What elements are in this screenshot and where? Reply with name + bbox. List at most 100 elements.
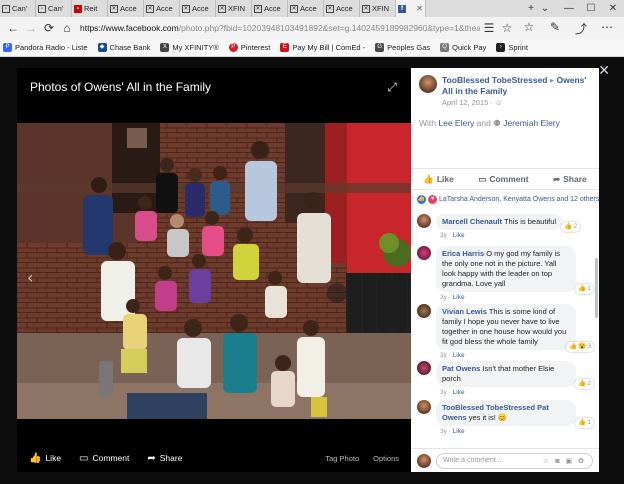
tab-close-icon[interactable]: ✕ — [416, 4, 423, 13]
hub-icon[interactable]: ☆ — [516, 20, 542, 37]
commenter-avatar[interactable] — [417, 304, 431, 318]
fullscreen-icon[interactable]: ⤢ — [387, 80, 397, 95]
bookmark-chase[interactable]: ◆ Chase Bank — [97, 43, 150, 52]
bookmark-peoples-gas[interactable]: G Peoples Gas — [375, 43, 430, 52]
commenter-name[interactable]: Vivian Lewis — [442, 307, 487, 316]
browser-tab[interactable]: ✕ XFIN — [216, 0, 252, 17]
author-name[interactable]: TooBlessed TobeStressed — [442, 75, 548, 85]
bookmark-comed[interactable]: E Pay My Bill | ComEd - — [280, 43, 365, 52]
browser-tab[interactable]: ▫ Can' — [0, 0, 36, 17]
window-close-icon[interactable]: ✕ — [602, 3, 624, 14]
comment-bubble: Pat Owens Isn't that mother Elsie porch … — [436, 361, 594, 389]
reading-view-icon[interactable]: ☰ — [480, 21, 498, 35]
photo-like-button[interactable]: 👍 Like — [29, 453, 61, 464]
minimize-icon[interactable]: — — [558, 3, 580, 14]
forward-icon[interactable]: → — [22, 21, 40, 35]
close-icon: ✕ — [182, 4, 190, 13]
commenter-avatar[interactable] — [417, 246, 431, 260]
more-icon[interactable]: ⋯ — [594, 20, 620, 37]
reaction-count[interactable]: 👍 1 — [575, 284, 594, 294]
post-date[interactable]: April 12, 2015 · — [442, 98, 495, 107]
comed-icon: E — [280, 43, 290, 52]
tagged-person-link[interactable]: Jeremiah Elery — [503, 118, 560, 128]
page-icon: ▫ — [2, 4, 10, 13]
close-theater-icon[interactable]: ✕ — [598, 62, 610, 79]
browser-tab-bar: ▫ Can' ▫ Can' ▪ Reit ✕ Acce ✕ Acce ✕ Acce ✕ XFI… — [0, 0, 624, 17]
reaction-count[interactable]: 👍 😮 3 — [566, 342, 594, 352]
author-avatar[interactable] — [419, 75, 437, 93]
bookmark-quick-pay[interactable]: Q Quick Pay — [440, 43, 486, 52]
home-icon[interactable]: ⌂ — [58, 21, 76, 35]
notes-icon[interactable]: ✎ — [542, 20, 568, 37]
scrollbar-thumb[interactable] — [595, 258, 598, 318]
close-icon: ✕ — [254, 4, 262, 13]
comment-like-link[interactable]: Like — [453, 428, 465, 435]
comment-item: TooBlessed TobeStressed Pat Owens yes it… — [417, 400, 594, 435]
tag-photo-link[interactable]: Tag Photo — [325, 454, 359, 463]
comment-time[interactable]: 3y — [440, 428, 447, 435]
comment-time[interactable]: 3y — [440, 294, 447, 301]
comment-time[interactable]: 3y — [440, 389, 447, 396]
previous-photo-icon[interactable]: ‹ — [27, 268, 33, 287]
browser-tab[interactable]: ✕ Acce — [180, 0, 216, 17]
commenter-name[interactable]: Marcell Chenault — [442, 217, 502, 226]
comment-like-link[interactable]: Like — [453, 232, 465, 239]
tab-list-icon[interactable]: ⌄ — [538, 3, 552, 14]
like-reaction-icon: 👍 — [578, 285, 587, 292]
back-icon[interactable]: ← — [4, 21, 22, 35]
browser-tab[interactable]: ✕ Acce — [288, 0, 324, 17]
new-tab-icon[interactable]: + — [524, 3, 538, 14]
commenter-avatar[interactable] — [417, 361, 431, 375]
reaction-count[interactable]: 👍 2 — [561, 222, 581, 232]
commenter-avatar[interactable] — [417, 214, 431, 228]
reaction-count[interactable]: 👍 2 — [575, 379, 594, 389]
browser-tab[interactable]: ▪ Reit — [72, 0, 108, 17]
browser-tab[interactable]: ✕ Acce — [324, 0, 360, 17]
comment-like-link[interactable]: Like — [453, 389, 465, 396]
browser-tab[interactable]: ✕ Acce — [108, 0, 144, 17]
favorite-star-icon[interactable]: ☆ — [498, 21, 516, 35]
chase-icon: ◆ — [97, 43, 107, 52]
url-field[interactable]: https://www.facebook.com/photo.php?fbid=… — [80, 19, 480, 37]
commenter-avatar[interactable] — [417, 400, 431, 414]
browser-tab[interactable]: ▫ Can' — [36, 0, 72, 17]
bookmark-xfinity[interactable]: X My XFINITY® — [160, 43, 219, 52]
like-button[interactable]: 👍 Like — [423, 174, 454, 185]
thumbs-up-icon: 👍 — [423, 173, 434, 184]
bookmark-pandora[interactable]: P Pandora Radio - Liste — [3, 43, 88, 52]
comment-tools-icons[interactable]: ☺ ◙ ▣ ✿ — [542, 457, 586, 465]
share-button[interactable]: ➦ Share — [553, 174, 587, 185]
comment-time[interactable]: 3y — [440, 232, 447, 239]
bookmark-sprint[interactable]: › Sprint — [496, 43, 528, 52]
comment-input[interactable]: Write a comment... ☺ ◙ ▣ ✿ — [436, 452, 593, 469]
browser-tab[interactable]: ✕ Acce — [252, 0, 288, 17]
favorites-bar: P Pandora Radio - Liste ◆ Chase Bank X My X… — [0, 39, 624, 57]
bookmark-pinterest[interactable]: P Pinterest — [228, 43, 270, 52]
comment-like-link[interactable]: Like — [453, 294, 465, 301]
comment-bubble: Marcell Chenault This is beautiful 👍 2 — [436, 214, 581, 232]
comment-like-link[interactable]: Like — [453, 352, 465, 359]
commenter-name[interactable]: Pat Owens — [442, 364, 480, 373]
tagged-with: With Lee Elery and ⚉ Jeremiah Elery — [419, 118, 560, 128]
reaction-summary[interactable]: 👍 ♥ LaTarsha Anderson, Kenyatta Owens an… — [417, 195, 599, 204]
browser-tab[interactable]: ✕ Acce — [144, 0, 180, 17]
browser-tab-active[interactable]: f ✕ — [396, 0, 426, 17]
commenter-name[interactable]: Erica Harris — [442, 249, 484, 258]
comment-time[interactable]: 3y — [440, 352, 447, 359]
options-link[interactable]: Options — [373, 454, 399, 463]
browser-tab[interactable]: ✕ XFIN — [360, 0, 396, 17]
photo-share-button[interactable]: ➦ Share — [147, 453, 182, 464]
family-photo[interactable]: ‹ — [17, 123, 411, 419]
photo-comment-button[interactable]: ▭ Comment — [79, 453, 129, 464]
write-comment-row: Write a comment... ☺ ◙ ▣ ✿ — [411, 448, 599, 472]
peoples-gas-icon: G — [375, 43, 385, 52]
share-icon[interactable]: ⤴ — [568, 20, 594, 37]
reaction-count[interactable]: 👍 1 — [575, 418, 594, 428]
site-icon: ▪ — [74, 4, 82, 13]
maximize-icon[interactable]: ☐ — [580, 3, 602, 14]
refresh-icon[interactable]: ⟳ — [40, 21, 58, 35]
post-actions: 👍 Like ▭ Comment ➦ Share — [411, 168, 599, 190]
comment-button[interactable]: ▭ Comment — [478, 174, 528, 185]
tagged-person-link[interactable]: Lee Elery — [438, 118, 474, 128]
comment-bubble: Vivian Lewis This is some kind of family… — [436, 304, 594, 352]
